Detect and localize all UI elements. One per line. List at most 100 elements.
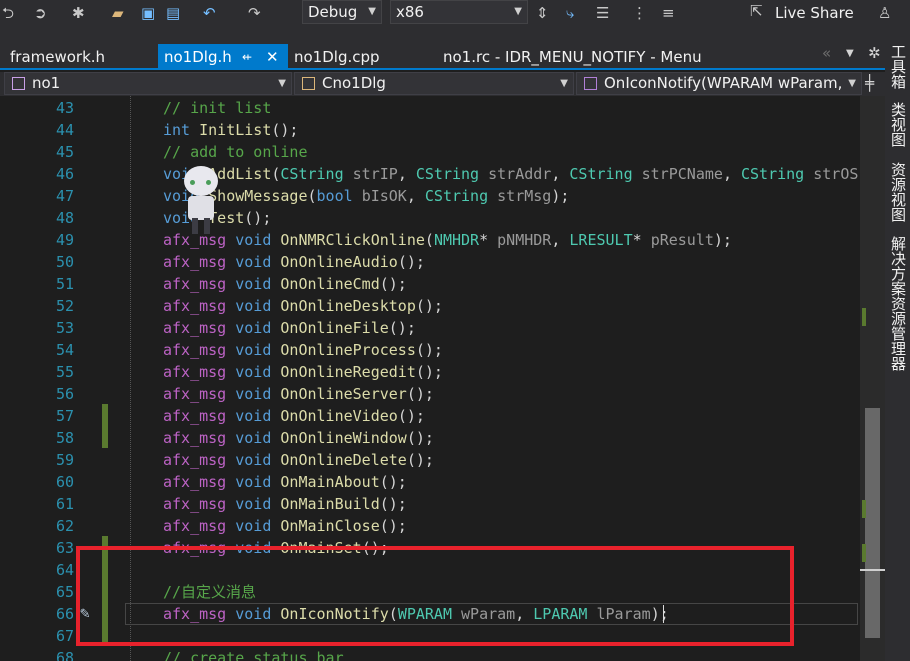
code-token: afx_msg (163, 385, 227, 403)
code-line[interactable]: 46 void AddList(CString strIP, CString st… (0, 163, 860, 185)
code-line[interactable]: 68 // create status bar (0, 647, 860, 661)
uncomment-icon[interactable]: ≡ (662, 4, 675, 22)
line-number: 54 (55, 341, 74, 359)
code-token: ); (713, 231, 732, 249)
code-token: afx_msg (163, 407, 227, 425)
save-all-icon[interactable]: ▤ (166, 4, 180, 22)
change-marker (862, 308, 866, 326)
split-window-icon[interactable]: ╪ (865, 74, 874, 92)
code-line[interactable]: 62 afx_msg void OnMainClose(); (0, 515, 860, 537)
code-token: OnOnlineFile (280, 319, 389, 337)
close-icon[interactable]: ✕ (266, 44, 279, 70)
code-token: , (551, 231, 570, 249)
project-dropdown[interactable]: no1 ▼ (4, 72, 292, 95)
code-line[interactable]: 59 afx_msg void OnOnlineDelete(); (0, 449, 860, 471)
code-text: // init list (163, 97, 271, 119)
code-token: (); (244, 209, 272, 227)
toolbox-tab[interactable]: 工具箱 (889, 44, 907, 89)
code-text: afx_msg void OnOnlineServer(); (163, 383, 434, 405)
member-value: OnIconNotify(WPARAM wParam, (604, 74, 843, 92)
code-token: bIsOK (361, 187, 407, 205)
tab-no1dlg-cpp[interactable]: no1Dlg.cpp (288, 44, 436, 70)
tab-no1-rc-menu[interactable]: no1.rc - IDR_MENU_NOTIFY - Menu (437, 44, 757, 70)
code-token: CString (415, 165, 480, 183)
code-line[interactable]: 50 afx_msg void OnOnlineAudio(); (0, 251, 860, 273)
code-line[interactable]: 47 void ShowMessage(bool bIsOK, CString s… (0, 185, 860, 207)
account-icon[interactable]: ♙ (878, 4, 891, 22)
code-line[interactable]: 44 int InitList(); (0, 119, 860, 141)
solution-config-value: Debug (308, 3, 358, 21)
undo-icon[interactable]: ↶ (203, 4, 216, 22)
code-line[interactable]: 60 afx_msg void OnMainAbout(); (0, 471, 860, 493)
breakpoint-icon[interactable]: ⤷ (566, 4, 574, 22)
code-line[interactable]: 54 afx_msg void OnOnlineProcess(); (0, 339, 860, 361)
line-number: 58 (55, 429, 74, 447)
back-icon[interactable]: ⮌ (2, 4, 14, 22)
code-token: void (235, 451, 272, 469)
line-number: 44 (55, 121, 74, 139)
code-line[interactable]: 49 afx_msg void OnNMRClickOnline(NMHDR* p… (0, 229, 860, 251)
class-dropdown[interactable]: Cno1Dlg ▼ (294, 72, 574, 95)
code-token: (); (271, 121, 299, 139)
project-icon (12, 77, 25, 90)
open-folder-icon[interactable]: ▰ (112, 4, 124, 22)
code-token: (); (406, 451, 434, 469)
line-number: 55 (55, 363, 74, 381)
platform-select[interactable]: x86 ▼ (390, 0, 528, 24)
code-token: CString (569, 165, 633, 183)
redo-icon[interactable]: ↷ (248, 4, 261, 22)
step-icon[interactable]: ⇕ (536, 4, 549, 22)
scroll-thumb[interactable] (865, 408, 880, 638)
pin-icon[interactable]: ⇷ (242, 44, 252, 70)
member-dropdown[interactable]: OnIconNotify(WPARAM wParam, ▼ (576, 72, 862, 95)
code-token: afx_msg (163, 517, 227, 535)
code-token: , (397, 165, 416, 183)
code-line[interactable]: 48 void Test(); (0, 207, 860, 229)
tab-list-dropdown-icon[interactable]: ▼ (846, 48, 854, 59)
code-token: (); (379, 473, 407, 491)
code-line[interactable]: 61 afx_msg void OnMainBuild(); (0, 493, 860, 515)
class-value: Cno1Dlg (322, 74, 386, 92)
class-view-tab[interactable]: 类视图 (889, 102, 907, 147)
code-text: void AddList(CString strIP, CString strA… (163, 163, 860, 185)
chevron-down-icon: ▼ (560, 78, 568, 89)
code-text: afx_msg void OnOnlineDesktop(); (163, 295, 443, 317)
code-line[interactable]: 55 afx_msg void OnOnlineRegedit(); (0, 361, 860, 383)
new-item-icon[interactable]: ✱ (72, 4, 85, 22)
solution-explorer-tab[interactable]: 解决方案资源管理器 (889, 236, 907, 371)
change-marker (862, 544, 866, 562)
code-text: afx_msg void OnNMRClickOnline(NMHDR* pNM… (163, 229, 732, 251)
code-token: * (479, 231, 498, 249)
vertical-scrollbar[interactable] (860, 96, 885, 661)
solution-config-select[interactable]: Debug ▼ (302, 0, 382, 24)
format-icon[interactable]: ☰ (596, 4, 609, 22)
save-icon[interactable]: ▣ (141, 4, 155, 22)
forward-icon[interactable]: ➲ (34, 4, 47, 22)
code-line[interactable]: 57 afx_msg void OnOnlineVideo(); (0, 405, 860, 427)
code-token: LRESULT (569, 231, 633, 249)
code-token: NMHDR (433, 231, 480, 249)
code-text: afx_msg void OnOnlineWindow(); (163, 427, 434, 449)
code-line[interactable]: 45 // add to online (0, 141, 860, 163)
code-token: void (235, 363, 272, 381)
scroll-tabs-icon[interactable]: « (822, 44, 831, 62)
code-line[interactable]: 52 afx_msg void OnOnlineDesktop(); (0, 295, 860, 317)
comment-icon[interactable]: ⋮ (632, 4, 647, 22)
code-token: OnOnlineWindow (280, 429, 407, 447)
code-line[interactable]: 53 afx_msg void OnOnlineFile(); (0, 317, 860, 339)
resource-view-tab[interactable]: 资源视图 (889, 162, 907, 222)
code-token: OnOnlineVideo (280, 407, 398, 425)
code-line[interactable]: 56 afx_msg void OnOnlineServer(); (0, 383, 860, 405)
code-text: afx_msg void OnMainBuild(); (163, 493, 407, 515)
code-line[interactable]: 58 afx_msg void OnOnlineWindow(); (0, 427, 860, 449)
code-token: // create status bar (163, 649, 344, 661)
gear-icon[interactable]: ✲ (868, 44, 881, 62)
tab-no1dlg-h[interactable]: no1Dlg.h ⇷ ✕ (158, 44, 288, 70)
code-line[interactable]: 51 afx_msg void OnOnlineCmd(); (0, 273, 860, 295)
tab-framework-h[interactable]: framework.h (4, 44, 154, 70)
code-line[interactable]: 43 // init list (0, 97, 860, 119)
